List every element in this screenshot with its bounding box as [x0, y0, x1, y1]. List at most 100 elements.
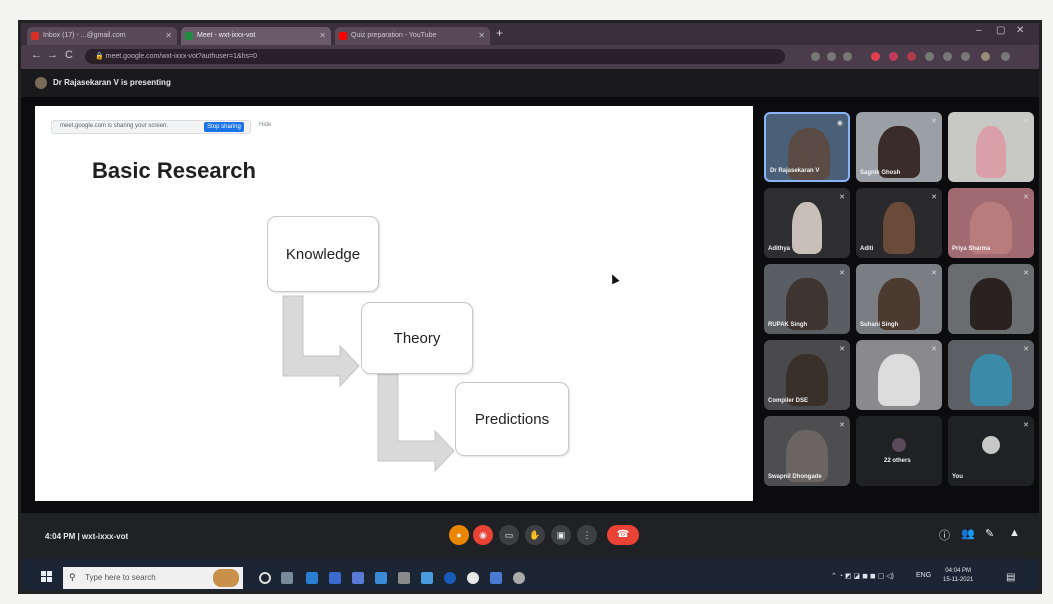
- info-icon[interactable]: ⓘ: [939, 527, 950, 543]
- app-icon[interactable]: [490, 572, 502, 584]
- settings-icon[interactable]: [513, 572, 525, 584]
- present-icon[interactable]: ▣: [551, 525, 571, 545]
- photos-icon[interactable]: [398, 572, 410, 584]
- tab-youtube[interactable]: Quiz preparation - YouTube ✕: [335, 27, 490, 45]
- explorer-icon[interactable]: [375, 572, 387, 584]
- close-window-icon[interactable]: ✕: [1016, 25, 1024, 36]
- others-tile[interactable]: 22 others: [856, 416, 942, 486]
- close-icon[interactable]: ✕: [319, 27, 326, 45]
- people-icon[interactable]: 👥: [961, 527, 975, 540]
- mic-off-icon: ✕: [1023, 194, 1029, 201]
- address-text: meet.google.com/wxt-ixxx-vot?authuser=1&…: [105, 53, 258, 60]
- task-view-icon[interactable]: [281, 572, 293, 584]
- participant-tile[interactable]: ✕ Suhani Singh: [856, 264, 942, 334]
- node-predictions: Predictions: [455, 382, 569, 456]
- participant-tile[interactable]: ✕ Sagnik Ghosh: [856, 112, 942, 182]
- chrome-icon[interactable]: [467, 572, 479, 584]
- cortana-icon[interactable]: [259, 572, 271, 584]
- activities-icon[interactable]: ▲: [1009, 527, 1020, 539]
- self-tile[interactable]: ✕ You: [948, 416, 1034, 486]
- puzzle-icon[interactable]: [943, 52, 952, 61]
- extension-icon[interactable]: [925, 52, 934, 61]
- participant-tile[interactable]: ✕ Adithya: [764, 188, 850, 258]
- address-bar[interactable]: 🔒 meet.google.com/wxt-ixxx-vot?authuser=…: [85, 49, 785, 64]
- captions-icon[interactable]: ▭: [499, 525, 519, 545]
- participant-tile[interactable]: ✕ Swapnil Dhongade: [764, 416, 850, 486]
- extension-icon[interactable]: [871, 52, 880, 61]
- youtube-icon: [339, 32, 347, 40]
- maximize-icon[interactable]: ▢: [996, 25, 1005, 36]
- browser-toolbar: ← → C 🔒 meet.google.com/wxt-ixxx-vot?aut…: [21, 45, 1039, 69]
- search-icon: ⚲: [69, 572, 76, 582]
- language-indicator[interactable]: ENG: [916, 572, 931, 579]
- edge-icon[interactable]: [306, 572, 318, 584]
- arrow-knowledge-theory: [282, 295, 360, 388]
- participant-name: Compiler DSE: [768, 398, 809, 404]
- end-call-button[interactable]: ☎: [607, 525, 639, 545]
- participant-tile[interactable]: ✕: [948, 112, 1034, 182]
- participant-name: Dr Rajasekaran V: [770, 168, 820, 174]
- notification-icon[interactable]: ▤: [1006, 572, 1015, 583]
- mic-off-icon: ✕: [839, 422, 845, 429]
- store-icon[interactable]: [352, 572, 364, 584]
- new-tab-button[interactable]: +: [496, 26, 503, 40]
- menu-icon[interactable]: [1001, 52, 1010, 61]
- participant-tile[interactable]: ✕ Priya Sharma: [948, 188, 1034, 258]
- windows-start-icon[interactable]: [41, 571, 53, 583]
- mic-icon[interactable]: ●: [449, 525, 469, 545]
- node-knowledge: Knowledge: [267, 216, 379, 292]
- tab-gmail[interactable]: Inbox (17) - ...@gmail.com ✕: [27, 27, 177, 45]
- participant-tile[interactable]: ◉ Dr Rajasekaran V: [764, 112, 850, 182]
- camera-off-icon[interactable]: ◉: [473, 525, 493, 545]
- extension-icon[interactable]: [907, 52, 916, 61]
- windows-taskbar: ⚲ Type here to search ⌃ ◔ ◩ ◪ ◼ ◼ ▢ ◁) E…: [21, 559, 1039, 591]
- back-button[interactable]: ←: [31, 49, 42, 61]
- mic-off-icon: ✕: [931, 346, 937, 353]
- extension-icon[interactable]: [889, 52, 898, 61]
- tab-label: Meet - wxt-ixxx-vot: [197, 32, 256, 39]
- mic-off-icon: ✕: [931, 270, 937, 277]
- system-clock[interactable]: 04:04 PM 15-11-2021: [943, 567, 973, 585]
- more-options-icon[interactable]: ⋮: [577, 525, 597, 545]
- participant-tile[interactable]: ✕ Aditi: [856, 188, 942, 258]
- reload-button[interactable]: C: [65, 49, 73, 61]
- ie-icon[interactable]: [444, 572, 456, 584]
- forward-button[interactable]: →: [47, 49, 58, 61]
- participant-tile[interactable]: ✕: [948, 264, 1034, 334]
- self-avatar: [982, 436, 1000, 454]
- others-avatars: [892, 438, 906, 452]
- camera-permission-icon[interactable]: [811, 52, 820, 61]
- zoom-icon[interactable]: [827, 52, 836, 61]
- presenting-banner: Dr Rajasekaran V is presenting: [21, 69, 1039, 97]
- presenter-avatar: [35, 77, 47, 89]
- participant-name: Aditi: [860, 246, 874, 252]
- raise-hand-icon[interactable]: ✋: [525, 525, 545, 545]
- participant-name: RUPAK Singh: [768, 322, 808, 328]
- tab-label: Quiz preparation - YouTube: [351, 32, 437, 39]
- speaking-icon: ◉: [836, 120, 843, 127]
- taskbar-search[interactable]: ⚲ Type here to search: [63, 567, 243, 589]
- tab-meet[interactable]: Meet - wxt-ixxx-vot ✕: [181, 27, 331, 45]
- meet-icon: [185, 32, 193, 40]
- tray-icons[interactable]: ⌃ ◔ ◩ ◪ ◼ ◼ ▢ ◁): [831, 572, 894, 580]
- participant-tile[interactable]: ✕: [856, 340, 942, 410]
- shared-screen: meet.google.com is sharing your screen. …: [35, 106, 753, 501]
- search-placeholder: Type here to search: [85, 573, 156, 582]
- star-icon[interactable]: [843, 52, 852, 61]
- participant-tile[interactable]: ✕ Compiler DSE: [764, 340, 850, 410]
- participant-tile[interactable]: ✕: [948, 340, 1034, 410]
- chat-icon[interactable]: ✎: [985, 527, 994, 540]
- participant-name: Priya Sharma: [952, 246, 991, 252]
- participant-name: You: [952, 474, 963, 480]
- mic-off-icon: ✕: [931, 194, 937, 201]
- close-icon[interactable]: ✕: [165, 27, 172, 45]
- participant-tile[interactable]: ✕ RUPAK Singh: [764, 264, 850, 334]
- close-icon[interactable]: ✕: [478, 27, 485, 45]
- mail-icon[interactable]: [329, 572, 341, 584]
- sidebar-icon[interactable]: [961, 52, 970, 61]
- participant-name: Sagnik Ghosh: [860, 170, 901, 176]
- minimize-icon[interactable]: –: [976, 25, 982, 36]
- profile-avatar[interactable]: [981, 52, 990, 61]
- clock-time: 04:04 PM: [945, 568, 971, 574]
- app-icon[interactable]: [421, 572, 433, 584]
